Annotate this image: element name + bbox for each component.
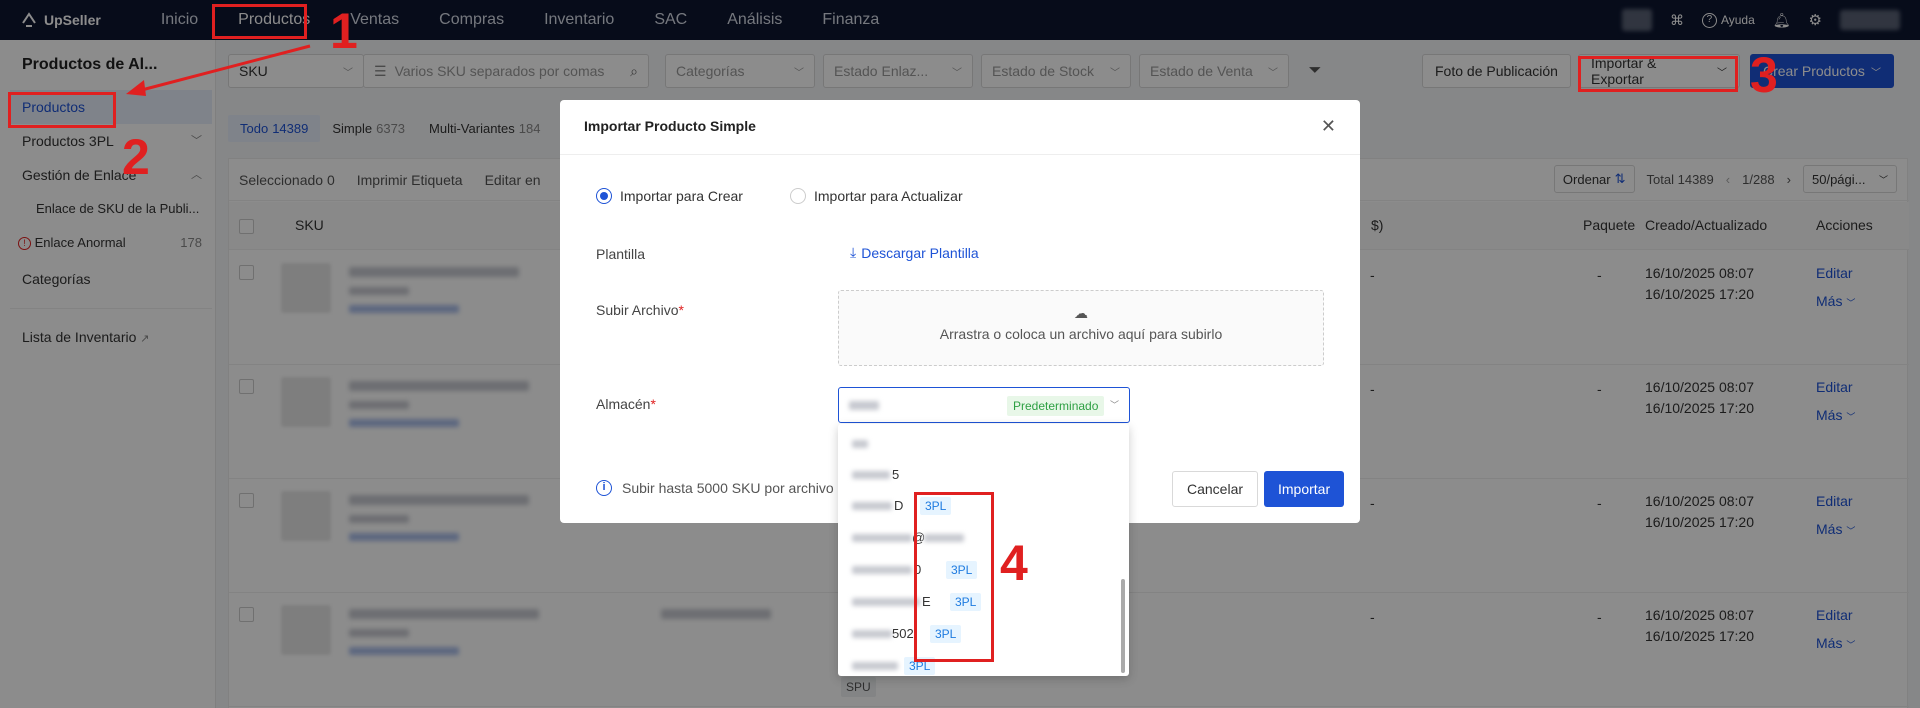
modal-divider — [560, 154, 1360, 155]
upload-limit-info: i Subir hasta 5000 SKU por archivo — [596, 480, 834, 496]
info-text: Subir hasta 5000 SKU por archivo — [622, 480, 834, 496]
radio-label: Importar para Actualizar — [814, 188, 963, 204]
warehouse-name — [852, 566, 912, 574]
almacen-label-text: Almacén — [596, 396, 651, 412]
selected-warehouse-name — [849, 401, 879, 410]
almacen-label: Almacén* — [596, 396, 656, 412]
download-icon: ⤓ — [850, 244, 857, 260]
warehouse-suffix: 502 — [892, 626, 914, 641]
required-asterisk: * — [678, 302, 684, 318]
default-badge: Predeterminado — [1007, 396, 1105, 416]
radio-checked-icon — [596, 188, 612, 204]
warehouse-option[interactable] — [838, 428, 1129, 460]
cancel-button[interactable]: Cancelar — [1172, 471, 1259, 507]
warehouse-name — [852, 502, 892, 510]
warehouse-suffix: 5 — [892, 467, 900, 482]
upload-text: Arrastra o coloca un archivo aquí para s… — [939, 326, 1223, 342]
upload-dropzone[interactable]: ☁ Arrastra o coloca un archivo aquí para… — [838, 290, 1324, 366]
subir-archivo-label: Subir Archivo* — [596, 302, 684, 318]
warehouse-name — [852, 534, 912, 542]
plantilla-label: Plantilla — [596, 246, 646, 262]
import-button[interactable]: Importar — [1264, 471, 1345, 507]
close-icon[interactable]: ✕ — [1321, 116, 1336, 137]
chevron-down-icon: ﹀ — [1109, 400, 1119, 410]
radio-label: Importar para Crear — [620, 188, 743, 204]
annotation-number-1: 1 — [330, 3, 358, 59]
subir-label-text: Subir Archivo — [596, 302, 679, 318]
annotation-box-1 — [212, 4, 307, 39]
annotation-number-4: 4 — [1000, 535, 1028, 591]
warehouse-name — [852, 598, 920, 606]
annotation-box-3 — [1578, 56, 1738, 92]
modal-title: Importar Producto Simple — [584, 118, 756, 134]
dropdown-scrollbar[interactable] — [1121, 579, 1125, 673]
warehouse-name — [852, 471, 890, 479]
warehouse-name — [852, 440, 868, 448]
required-asterisk: * — [650, 396, 656, 412]
annotation-arrow-icon — [126, 44, 311, 96]
warehouse-option[interactable]: 5 — [838, 459, 1129, 491]
annotation-box-2 — [8, 92, 116, 128]
radio-importar-actualizar[interactable]: Importar para Actualizar — [790, 188, 963, 204]
info-icon: i — [596, 480, 612, 496]
warehouse-name — [852, 630, 892, 638]
almacen-select[interactable]: Predeterminado ﹀ — [838, 387, 1130, 423]
cloud-upload-icon: ☁ — [1074, 305, 1088, 321]
annotation-number-3: 3 — [1750, 47, 1778, 103]
warehouse-suffix: D — [894, 498, 904, 513]
radio-importar-crear[interactable]: Importar para Crear — [596, 188, 743, 204]
descargar-label: Descargar Plantilla — [861, 244, 979, 261]
descargar-plantilla-link[interactable]: ⤓ Descargar Plantilla — [850, 244, 979, 261]
annotation-box-4 — [914, 492, 994, 662]
warehouse-name — [852, 662, 898, 670]
annotation-number-2: 2 — [122, 129, 150, 185]
radio-unchecked-icon — [790, 188, 806, 204]
